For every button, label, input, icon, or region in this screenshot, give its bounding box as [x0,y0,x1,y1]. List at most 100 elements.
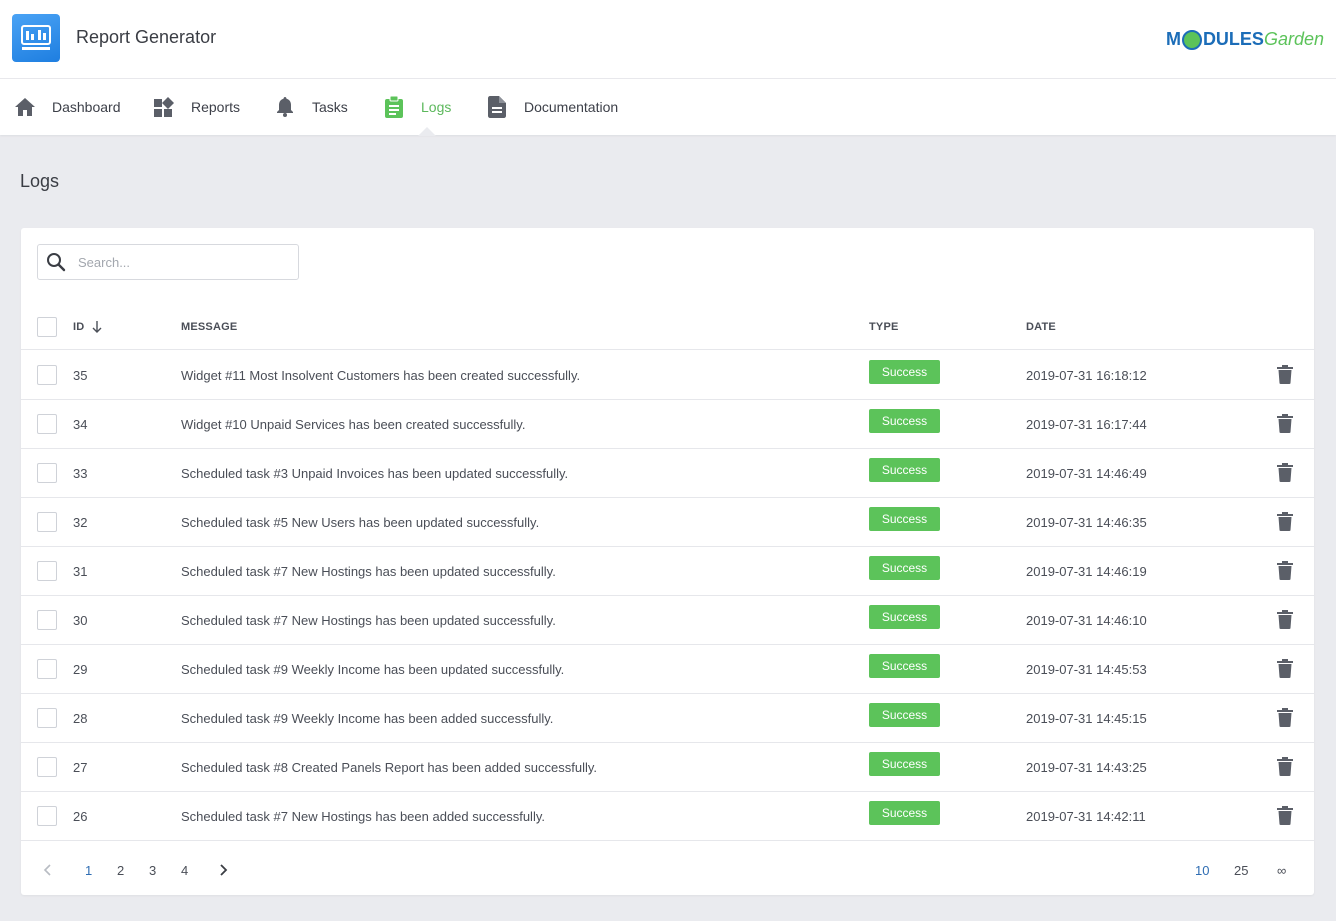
table-row[interactable]: 27 Scheduled task #8 Created Panels Repor… [21,743,1314,792]
status-badge: Success [869,360,940,384]
page-4-button[interactable]: 4 [181,850,188,890]
row-message: Scheduled task #9 Weekly Income has been… [181,661,565,677]
pagination: 1 2 3 4 10 25 ∞ [21,850,1314,890]
row-id: 27 [73,759,88,775]
column-type-header[interactable]: TYPE [869,304,899,350]
status-badge: Success [869,507,940,531]
row-checkbox[interactable] [37,806,57,826]
row-id: 29 [73,661,88,677]
status-badge: Success [869,703,940,727]
top-bar: Report Generator M DULES Garden [0,0,1336,79]
row-checkbox[interactable] [37,512,57,532]
row-id: 34 [73,416,88,432]
row-checkbox[interactable] [37,708,57,728]
row-checkbox[interactable] [37,365,57,385]
row-checkbox[interactable] [37,757,57,777]
column-id-header[interactable]: ID [73,304,102,350]
chevron-right-icon [220,864,228,876]
row-id: 35 [73,367,88,383]
delete-trash-icon[interactable] [1277,708,1295,728]
nav-reports-label: Reports [191,99,241,115]
main-navigation: Dashboard Reports Tasks Logs Documentati… [0,79,1336,135]
chevron-left-icon [43,864,51,876]
delete-trash-icon[interactable] [1277,659,1295,679]
nav-documentation[interactable]: Documentation [486,79,618,135]
delete-trash-icon[interactable] [1277,414,1295,434]
prev-page-button[interactable] [43,850,51,890]
status-badge: Success [869,605,940,629]
row-checkbox[interactable] [37,463,57,483]
status-badge: Success [869,409,940,433]
app-logo-icon[interactable] [12,14,60,62]
logs-table-card: ID MESSAGE TYPE DATE 35 Widget #11 Most I… [21,228,1314,895]
modulesgarden-logo[interactable]: M DULES Garden [1166,25,1324,53]
table-row[interactable]: 35 Widget #11 Most Insolvent Customers ha… [21,351,1314,400]
column-message-header[interactable]: MESSAGE [181,304,237,350]
row-checkbox[interactable] [37,414,57,434]
status-badge: Success [869,556,940,580]
delete-trash-icon[interactable] [1277,463,1295,483]
widgets-icon [153,96,175,118]
row-checkbox[interactable] [37,610,57,630]
logo-text-m: M [1165,28,1181,49]
nav-dashboard-label: Dashboard [52,99,121,115]
table-row[interactable]: 34 Widget #10 Unpaid Services has been cr… [21,400,1314,449]
nav-logs-label: Logs [421,99,452,115]
column-date-header[interactable]: DATE [1026,304,1056,350]
nav-documentation-label: Documentation [524,99,619,115]
row-id: 33 [73,465,88,481]
row-message: Scheduled task #3 Unpaid Invoices has be… [181,465,569,481]
row-id: 31 [73,563,88,579]
row-date: 2019-07-31 14:46:49 [1026,465,1147,481]
nav-tasks[interactable]: Tasks [274,79,348,135]
table-row[interactable]: 28 Scheduled task #9 Weekly Income has be… [21,694,1314,743]
row-id: 28 [73,710,88,726]
home-icon [14,96,36,118]
delete-trash-icon[interactable] [1277,610,1295,630]
row-message: Scheduled task #8 Created Panels Report … [181,759,598,775]
sort-arrow-down-icon [92,321,102,333]
nav-reports[interactable]: Reports [153,79,240,135]
search-icon [46,252,66,272]
table-row[interactable]: 32 Scheduled task #5 New Users has been u… [21,498,1314,547]
page-size-25[interactable]: 25 [1234,850,1248,890]
row-id: 32 [73,514,88,530]
search-box[interactable] [37,244,299,280]
table-row[interactable]: 31 Scheduled task #7 New Hostings has bee… [21,547,1314,596]
row-date: 2019-07-31 14:46:35 [1026,514,1147,530]
status-badge: Success [869,654,940,678]
logo-text-garden: Garden [1263,28,1324,49]
logo-text-dules: DULES [1202,28,1264,49]
delete-trash-icon[interactable] [1277,806,1295,826]
nav-dashboard[interactable]: Dashboard [14,79,121,135]
page-1-button[interactable]: 1 [85,850,92,890]
status-badge: Success [869,752,940,776]
status-badge: Success [869,801,940,825]
search-input[interactable] [78,254,278,270]
select-all-checkbox[interactable] [37,317,57,337]
table-row[interactable]: 26 Scheduled task #7 New Hostings has bee… [21,792,1314,841]
row-date: 2019-07-31 14:43:25 [1026,759,1147,775]
delete-trash-icon[interactable] [1277,365,1295,385]
row-date: 2019-07-31 14:45:15 [1026,710,1147,726]
table-row[interactable]: 29 Scheduled task #9 Weekly Income has be… [21,645,1314,694]
delete-trash-icon[interactable] [1277,561,1295,581]
row-message: Widget #11 Most Insolvent Customers has … [181,367,581,383]
row-date: 2019-07-31 14:46:19 [1026,563,1147,579]
page-size-10[interactable]: 10 [1195,850,1209,890]
next-page-button[interactable] [220,850,228,890]
table-row[interactable]: 33 Scheduled task #3 Unpaid Invoices has … [21,449,1314,498]
row-checkbox[interactable] [37,659,57,679]
delete-trash-icon[interactable] [1277,512,1295,532]
delete-trash-icon[interactable] [1277,757,1295,777]
table-row[interactable]: 30 Scheduled task #7 New Hostings has bee… [21,596,1314,645]
row-checkbox[interactable] [37,561,57,581]
row-date: 2019-07-31 16:18:12 [1026,367,1147,383]
page-size-all[interactable]: ∞ [1277,850,1286,890]
page-3-button[interactable]: 3 [149,850,156,890]
app-title: Report Generator [76,27,217,47]
row-message: Widget #10 Unpaid Services has been crea… [181,416,526,432]
row-date: 2019-07-31 16:17:44 [1026,416,1147,432]
row-date: 2019-07-31 14:45:53 [1026,661,1147,677]
page-2-button[interactable]: 2 [117,850,124,890]
